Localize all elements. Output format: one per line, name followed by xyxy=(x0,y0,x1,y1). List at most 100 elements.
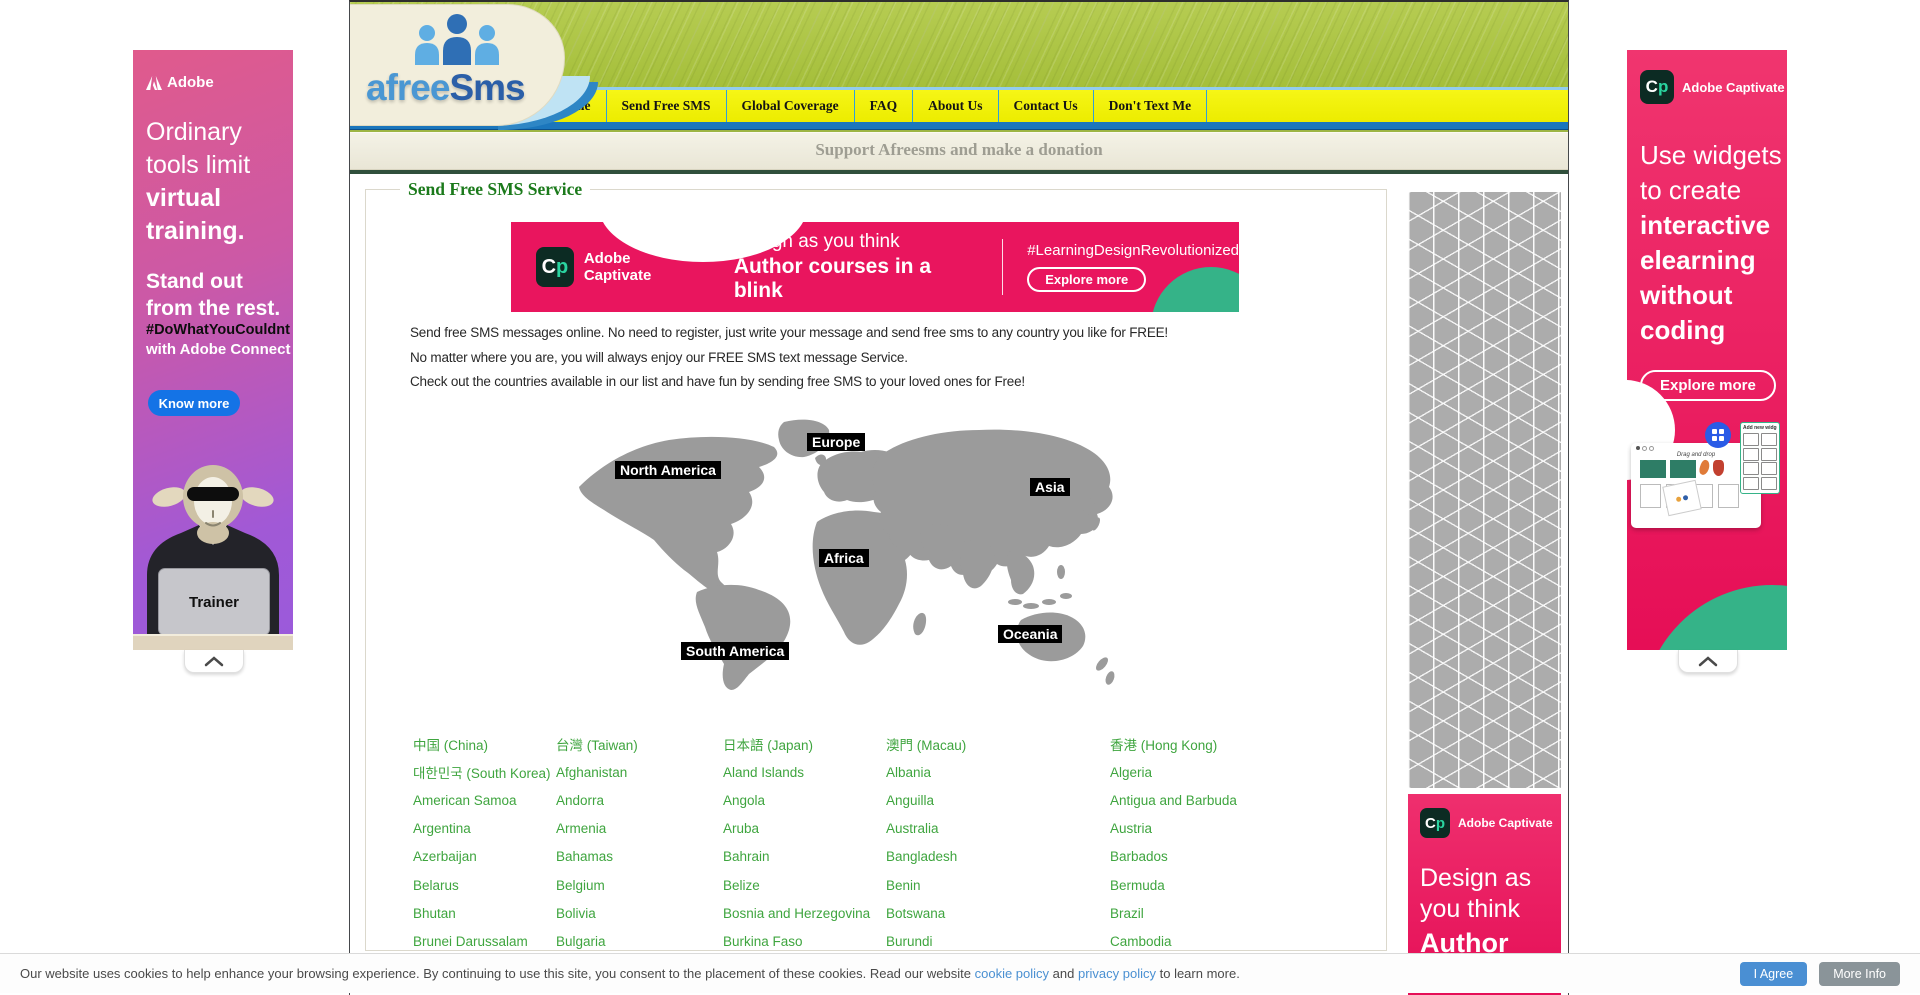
nav-item-send-free-sms[interactable]: Send Free SMS xyxy=(607,90,727,122)
map-label-asia[interactable]: Asia xyxy=(1030,478,1070,496)
page-title: Send Free SMS Service xyxy=(400,179,590,200)
country-link[interactable]: Bhutan xyxy=(413,906,556,921)
more-info-button[interactable]: More Info xyxy=(1819,962,1900,986)
country-link[interactable]: Burkina Faso xyxy=(723,934,886,949)
desk-illustration xyxy=(133,634,293,650)
window-title: Drag and drop xyxy=(1636,452,1756,458)
adobe-logo-icon xyxy=(146,76,162,90)
country-link[interactable]: Bosnia and Herzegovina xyxy=(723,906,886,921)
captivate-logo-icon: Cp xyxy=(536,247,574,287)
nav-item-about-us[interactable]: About Us xyxy=(913,90,998,122)
right-skyscraper-ad[interactable]: Cp Adobe Captivate Use widgets to create… xyxy=(1627,50,1787,650)
ad-headline-bold: training. xyxy=(146,215,250,248)
ad-headline: to create xyxy=(1640,173,1782,208)
country-link[interactable]: Aland Islands xyxy=(723,765,886,780)
captivate-logo-icon: Cp xyxy=(1640,70,1674,104)
ad-brand: Adobe Captivate xyxy=(584,250,696,284)
laptop-label: Trainer xyxy=(189,594,239,611)
ad-hashtag: #LearningDesignRevolutionized xyxy=(1027,242,1239,259)
ad-tagline: Stand out xyxy=(146,268,280,295)
site-logo[interactable]: afreeSms xyxy=(366,67,525,109)
explore-more-button[interactable]: Explore more xyxy=(1027,267,1146,292)
map-label-oceania[interactable]: Oceania xyxy=(998,625,1062,643)
country-link[interactable]: Albania xyxy=(886,765,1110,780)
know-more-button[interactable]: Know more xyxy=(148,390,240,416)
cookie-consent-bar: Our website uses cookies to help enhance… xyxy=(0,953,1920,993)
panel-title: Add new widget xyxy=(1743,425,1777,431)
country-link[interactable]: Bolivia xyxy=(556,906,723,921)
ad-headline-bold: coding xyxy=(1640,313,1782,348)
ad-brand: Adobe xyxy=(167,74,214,91)
country-link[interactable]: 日本語 (Japan) xyxy=(723,734,886,754)
country-link[interactable]: Belgium xyxy=(556,878,723,893)
ad-placeholder-cubes[interactable] xyxy=(1408,192,1561,788)
chevron-up-icon xyxy=(1697,656,1719,667)
country-link[interactable]: Algeria xyxy=(1110,765,1343,780)
country-link[interactable]: Afghanistan xyxy=(556,765,723,780)
country-link[interactable]: Bahrain xyxy=(723,849,886,864)
country-link[interactable]: Cambodia xyxy=(1110,934,1343,949)
i-agree-button[interactable]: I Agree xyxy=(1740,962,1808,986)
ad-headline-bold: Author courses in a blink xyxy=(734,255,972,303)
ad-headline-bold: virtual xyxy=(146,182,250,215)
country-link[interactable]: Armenia xyxy=(556,821,723,836)
country-link[interactable]: Angola xyxy=(723,793,886,808)
logo-panel[interactable]: afreeSms xyxy=(350,4,565,126)
cookie-text: Our website uses cookies to help enhance… xyxy=(20,966,1728,981)
laptop-illustration: Trainer xyxy=(158,568,270,636)
donation-banner[interactable]: Support Afreesms and make a donation xyxy=(350,132,1568,170)
country-link[interactable]: Bahamas xyxy=(556,849,723,864)
country-list: 中国 (China) 台灣 (Taiwan) 日本語 (Japan) 澳門 (M… xyxy=(413,730,1343,956)
world-map: North America Europe Asia Africa South A… xyxy=(569,412,1129,697)
country-link[interactable]: Aruba xyxy=(723,821,886,836)
country-link[interactable]: Anguilla xyxy=(886,793,1110,808)
country-link[interactable]: 澳門 (Macau) xyxy=(886,734,1110,754)
ad-headline: tools limit xyxy=(146,149,250,182)
country-link[interactable]: Brazil xyxy=(1110,906,1343,921)
ad-headline-bold: interactive xyxy=(1640,208,1782,243)
country-link[interactable]: Botswana xyxy=(886,906,1110,921)
collapse-right-ad-button[interactable] xyxy=(1678,650,1738,673)
country-link[interactable]: 香港 (Hong Kong) xyxy=(1110,734,1343,754)
map-label-europe[interactable]: Europe xyxy=(807,433,865,451)
collapse-left-ad-button[interactable] xyxy=(184,650,244,673)
country-link[interactable]: Belarus xyxy=(413,878,556,893)
nav-item-dont-text-me[interactable]: Don't Text Me xyxy=(1094,90,1208,122)
map-label-south-america[interactable]: South America xyxy=(681,642,789,660)
ad-hashtag: #DoWhatYouCouldnt xyxy=(146,322,290,338)
country-link[interactable]: 台灣 (Taiwan) xyxy=(556,734,723,754)
country-link[interactable]: Brunei Darussalam xyxy=(413,934,556,949)
left-skyscraper-ad[interactable]: Adobe Ordinary tools limit virtual train… xyxy=(133,50,293,650)
country-link[interactable]: Azerbaijan xyxy=(413,849,556,864)
main-content: Send Free SMS Service Cp Adobe Captivate… xyxy=(350,174,1568,995)
cookie-policy-link[interactable]: cookie policy xyxy=(975,966,1049,981)
map-label-africa[interactable]: Africa xyxy=(819,549,869,567)
country-link[interactable]: Burundi xyxy=(886,934,1110,949)
window-controls-icon xyxy=(1636,446,1756,451)
country-link[interactable]: Andorra xyxy=(556,793,723,808)
country-link[interactable]: Austria xyxy=(1110,821,1343,836)
site-column: Home Send Free SMS Global Coverage FAQ A… xyxy=(349,0,1569,995)
map-label-north-america[interactable]: North America xyxy=(615,461,721,479)
country-link[interactable]: Barbados xyxy=(1110,849,1343,864)
country-link[interactable]: 대한민국 (South Korea) xyxy=(413,762,556,782)
country-link[interactable]: American Samoa xyxy=(413,793,556,808)
nav-item-contact-us[interactable]: Contact Us xyxy=(999,90,1094,122)
country-link[interactable]: Bulgaria xyxy=(556,934,723,949)
nav-item-faq[interactable]: FAQ xyxy=(855,90,914,122)
country-link[interactable]: Australia xyxy=(886,821,1110,836)
country-link[interactable]: Bangladesh xyxy=(886,849,1110,864)
country-link[interactable]: Argentina xyxy=(413,821,556,836)
country-link[interactable]: Belize xyxy=(723,878,886,893)
country-link[interactable]: 中国 (China) xyxy=(413,734,556,754)
nav-item-global-coverage[interactable]: Global Coverage xyxy=(727,90,855,122)
ad-headline: you think xyxy=(1420,895,1520,924)
country-link[interactable]: Bermuda xyxy=(1110,878,1343,893)
privacy-policy-link[interactable]: privacy policy xyxy=(1078,966,1156,981)
country-link[interactable]: Antigua and Barbuda xyxy=(1110,793,1343,808)
captivate-logo-icon: Cp xyxy=(1420,808,1450,838)
country-link[interactable]: Benin xyxy=(886,878,1110,893)
leaderboard-ad[interactable]: Cp Adobe Captivate Design as you think A… xyxy=(511,222,1239,312)
ad-headline: Use widgets xyxy=(1640,138,1782,173)
ad-brand: Adobe Captivate xyxy=(1682,80,1785,95)
